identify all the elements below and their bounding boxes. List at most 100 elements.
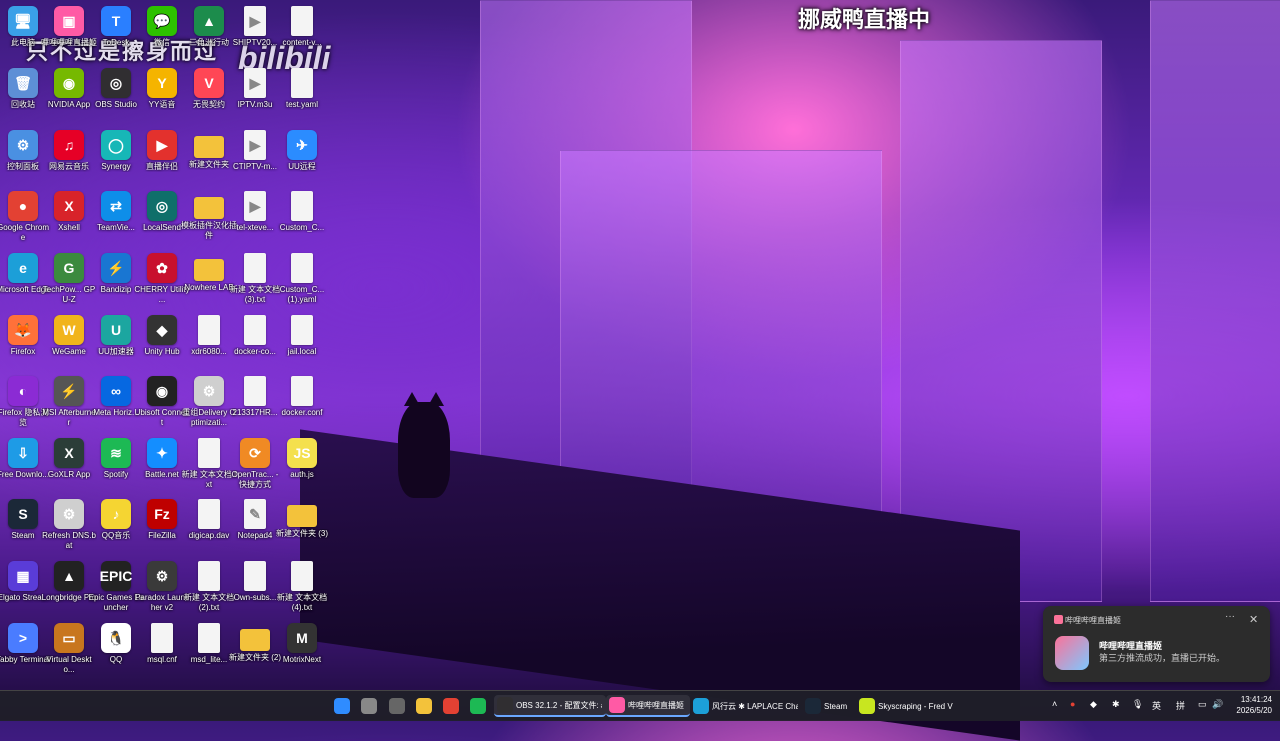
taskbar-app-label: 哔哩哔哩直播姬 — [628, 700, 684, 710]
close-icon[interactable]: ✕ — [1249, 613, 1258, 626]
app-icon: ✈ — [287, 130, 317, 160]
task-view-icon[interactable] — [386, 695, 408, 717]
document-icon — [198, 623, 220, 653]
bilibili-live-icon — [1054, 615, 1063, 624]
app-icon: G — [54, 253, 84, 283]
folder-icon — [287, 505, 317, 527]
app-icon: ◎ — [101, 68, 131, 98]
bilibili-live-app-icon — [1055, 636, 1089, 670]
desktop-icon-label: content-v... — [282, 38, 322, 47]
document-icon — [291, 561, 313, 591]
app-icon: 💬 — [147, 6, 177, 36]
folder-icon — [194, 259, 224, 281]
document-icon — [291, 315, 313, 345]
app-icon: ◯ — [101, 130, 131, 160]
desktop-icon[interactable]: ✈ UU远程 — [274, 128, 330, 192]
desktop-icon[interactable]: docker.conf — [274, 374, 330, 438]
taskbar-app-button[interactable]: Skyscraping - Fred V — [856, 695, 960, 717]
desktop-icon[interactable]: test.yaml — [274, 66, 330, 130]
taskbar-app-label: 风行云 ✱ LAPLACE Chat — [712, 701, 798, 711]
app-icon: > — [8, 623, 38, 653]
document-icon — [151, 623, 173, 653]
clock-time: 13:41:24 — [1240, 695, 1272, 704]
desktop-icon[interactable]: Custom_C... — [274, 189, 330, 253]
network-icon[interactable]: ▭ — [1198, 699, 1207, 710]
volume-icon[interactable]: 🔊 — [1212, 699, 1223, 710]
system-clock[interactable]: 13:41:24 2026/5/20 — [1226, 694, 1272, 716]
app-icon: ● — [8, 191, 38, 221]
chevron-up-icon[interactable]: ˄ — [1052, 699, 1057, 709]
desktop-icon-label: 新建 文本文档 (4).txt — [276, 593, 328, 612]
desktop-icon[interactable]: content-v... — [274, 4, 330, 68]
app-icon: ⚡ — [54, 376, 84, 406]
taskbar-app-button[interactable]: 风行云 ✱ LAPLACE Chat — [690, 695, 802, 717]
desktop-icon-label: UU远程 — [288, 162, 316, 171]
app-icon: ♫ — [54, 130, 84, 160]
document-icon — [291, 376, 313, 406]
app-icon: ◐ — [8, 376, 38, 406]
microphone-icon[interactable]: 🎙 — [1132, 699, 1143, 710]
document-icon — [198, 438, 220, 468]
chrome-glyph — [443, 698, 459, 714]
desktop-icon[interactable]: jail.local — [274, 313, 330, 377]
folder-icon — [240, 629, 270, 651]
toast-app-name: 哔哩哔哩直播姬 — [1065, 616, 1121, 625]
app-icon: ▶ — [147, 130, 177, 160]
more-icon[interactable]: ··· — [1225, 611, 1235, 622]
app-icon: ◉ — [54, 68, 84, 98]
desktop-icon[interactable]: Custom_C... (1).yaml — [274, 251, 330, 315]
taskbar-app-icon — [497, 697, 513, 713]
app-icon: ⚙ — [194, 376, 224, 406]
desktop-icon-label: Custom_C... — [279, 223, 325, 232]
app-icon: ⚙ — [147, 561, 177, 591]
ime-mode-indicator[interactable]: 拼 — [1176, 699, 1185, 712]
app-icon: ▦ — [8, 561, 38, 591]
app-icon: ♪ — [101, 499, 131, 529]
tray-app-icon[interactable]: ● — [1070, 699, 1075, 709]
chrome-icon[interactable] — [440, 695, 462, 717]
document-icon — [291, 191, 313, 221]
app-icon: ✿ — [147, 253, 177, 283]
spotify-icon[interactable] — [467, 695, 489, 717]
taskbar-app-icon — [859, 698, 875, 714]
document-icon — [244, 376, 266, 406]
app-icon: ▭ — [54, 623, 84, 653]
taskbar-app-icon — [609, 697, 625, 713]
steam-tray-icon[interactable]: ◆ — [1090, 699, 1097, 710]
app-icon: ⚙ — [8, 130, 38, 160]
desktop-icon[interactable]: 新建文件夹 (3) — [274, 497, 330, 561]
app-icon: ≋ — [101, 438, 131, 468]
start-icon[interactable] — [331, 695, 353, 717]
notification-toast[interactable]: 哔哩哔哩直播姬 ··· ✕ 哔哩哔哩直播姬 第三方推流成功，直播已开始。 — [1043, 606, 1270, 682]
app-icon: 🖥 — [8, 6, 38, 36]
search-icon[interactable] — [358, 695, 380, 717]
document-icon — [244, 561, 266, 591]
app-icon: S — [8, 499, 38, 529]
document-icon: ✎ — [244, 499, 266, 529]
document-icon: ▶ — [244, 130, 266, 160]
task-view-glyph — [389, 698, 405, 714]
desktop-icon[interactable]: 新建 文本文档 (4).txt — [274, 559, 330, 623]
bluetooth-icon[interactable]: ✱ — [1112, 699, 1120, 710]
document-icon: ▶ — [244, 68, 266, 98]
app-icon: X — [54, 438, 84, 468]
app-icon: JS — [287, 438, 317, 468]
file-explorer-icon[interactable] — [413, 695, 435, 717]
app-icon: W — [54, 315, 84, 345]
taskbar-app-icon — [693, 698, 709, 714]
desktop-icon[interactable]: JS auth.js — [274, 436, 330, 500]
document-icon — [244, 253, 266, 283]
app-icon: ⇄ — [101, 191, 131, 221]
desktop-icon[interactable]: M MotrixNext — [274, 621, 330, 685]
taskbar-app-button[interactable]: 哔哩哔哩直播姬 — [606, 695, 690, 717]
app-icon: ✦ — [147, 438, 177, 468]
taskbar-app-button[interactable]: Steam — [802, 695, 856, 717]
app-icon: e — [8, 253, 38, 283]
clock-date: 2026/5/20 — [1236, 706, 1272, 715]
taskbar-app-label: Steam — [824, 701, 848, 711]
taskbar-app-button[interactable]: OBS 32.1.2 - 配置文件: # — [494, 695, 606, 717]
app-icon: ◆ — [147, 315, 177, 345]
ime-lang-indicator[interactable]: 英 — [1152, 699, 1161, 712]
app-icon: ∞ — [101, 376, 131, 406]
spotify-glyph — [470, 698, 486, 714]
